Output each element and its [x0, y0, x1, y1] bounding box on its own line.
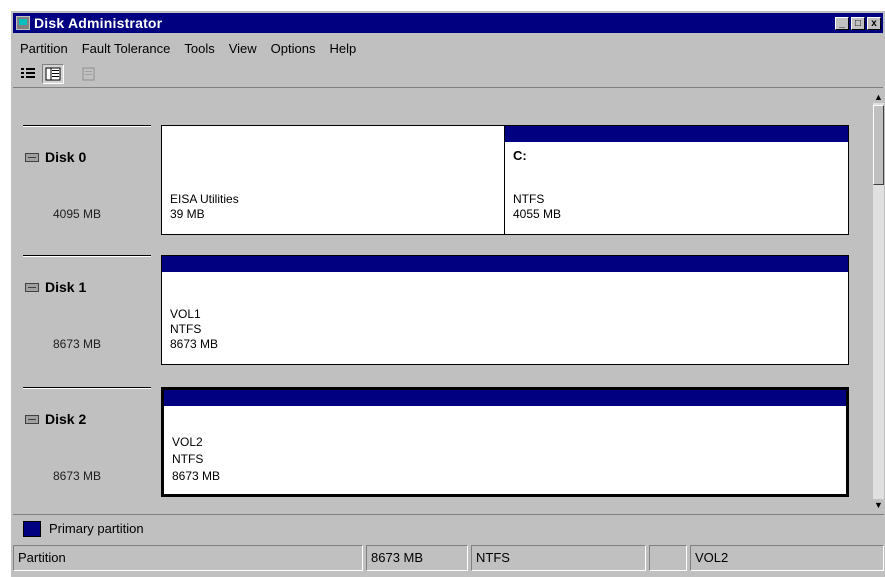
vertical-scrollbar[interactable]: ▲ ▼: [873, 91, 884, 511]
partition-volume-label: VOL2: [172, 435, 203, 449]
scroll-up-arrow-icon[interactable]: ▲: [873, 91, 884, 103]
properties-icon: [82, 67, 95, 81]
volume-view-button[interactable]: [42, 64, 64, 84]
primary-partition-swatch: [23, 520, 41, 537]
volume-view-icon: [45, 67, 61, 81]
partition-eisa-utilities[interactable]: EISA Utilities 39 MB: [162, 126, 504, 234]
hard-disk-icon: [25, 282, 39, 292]
disk-2-label[interactable]: Disk 2: [25, 411, 86, 427]
disk-list: Disk 0 4095 MB EISA Utilities 39 MB C: N…: [13, 91, 873, 511]
disk-0-size: 4095 MB: [53, 207, 102, 221]
scroll-down-arrow-icon[interactable]: ▼: [873, 499, 884, 511]
window-title: Disk Administrator: [34, 15, 163, 31]
disk-row-1: Disk 1 8673 MB VOL1 NTFS 8673 MB: [13, 255, 873, 367]
legend-label: Primary partition: [49, 521, 144, 536]
status-drive-letter: [649, 545, 687, 571]
partition-size: 8673 MB: [172, 469, 221, 483]
partition-size: 4055 MB: [513, 207, 562, 221]
menu-partition[interactable]: Partition: [13, 41, 75, 56]
menu-view[interactable]: View: [222, 41, 264, 56]
status-partition-type: Partition: [13, 545, 363, 571]
partition-filesystem: NTFS: [170, 322, 202, 336]
partition-c-drive[interactable]: C: NTFS 4055 MB: [504, 126, 848, 234]
toolbar: [13, 61, 883, 88]
disk-1-size: 8673 MB: [53, 337, 102, 351]
minimize-button[interactable]: _: [835, 16, 849, 30]
menu-bar: Partition Fault Tolerance Tools View Opt…: [13, 37, 883, 59]
partition-vol1[interactable]: VOL1 NTFS 8673 MB: [162, 256, 848, 364]
primary-partition-bar: [162, 256, 848, 272]
disk-2-size: 8673 MB: [53, 469, 102, 483]
disk-administrator-window: Disk Administrator _ □ x Partition Fault…: [10, 10, 885, 577]
drive-letter: C:: [513, 148, 527, 163]
properties-button[interactable]: [78, 64, 100, 84]
partition-size: 39 MB: [170, 207, 205, 221]
partition-size: 8673 MB: [170, 337, 219, 351]
primary-partition-bar: [505, 126, 848, 142]
menu-tools[interactable]: Tools: [177, 41, 221, 56]
disk-0-partitions: EISA Utilities 39 MB C: NTFS 4055 MB: [161, 125, 849, 235]
legend-bar: Primary partition: [13, 514, 884, 542]
menu-help[interactable]: Help: [322, 41, 363, 56]
menu-fault-tolerance[interactable]: Fault Tolerance: [75, 41, 178, 56]
hard-disk-icon: [25, 152, 39, 162]
title-bar[interactable]: Disk Administrator _ □ x: [13, 13, 883, 33]
disk-row-2: Disk 2 8673 MB VOL2 NTFS 8673 MB: [13, 387, 873, 499]
disk-2-partitions: VOL2 NTFS 8673 MB: [161, 387, 849, 497]
primary-partition-bar: [164, 390, 846, 406]
status-bar: Partition 8673 MB NTFS VOL2: [13, 545, 884, 571]
menu-options[interactable]: Options: [264, 41, 323, 56]
partition-filesystem: NTFS: [172, 452, 204, 466]
partition-label: EISA Utilities: [170, 192, 239, 206]
disk-view-button[interactable]: [17, 64, 39, 84]
partition-filesystem: NTFS: [513, 192, 545, 206]
status-size: 8673 MB: [366, 545, 468, 571]
disk-1-label[interactable]: Disk 1: [25, 279, 86, 295]
disk-row-0: Disk 0 4095 MB EISA Utilities 39 MB C: N…: [13, 125, 873, 237]
disk-administrator-icon[interactable]: [16, 16, 30, 30]
disk-0-label[interactable]: Disk 0: [25, 149, 86, 165]
maximize-button[interactable]: □: [851, 16, 865, 30]
status-filesystem: NTFS: [471, 545, 646, 571]
partition-vol2-selected[interactable]: VOL2 NTFS 8673 MB: [164, 390, 846, 494]
status-volume-label: VOL2: [690, 545, 884, 571]
hard-disk-icon: [25, 414, 39, 424]
disk-view-icon: [21, 68, 35, 78]
disk-1-partitions: VOL1 NTFS 8673 MB: [161, 255, 849, 365]
close-button[interactable]: x: [867, 16, 881, 30]
partition-volume-label: VOL1: [170, 307, 201, 321]
scroll-thumb[interactable]: [873, 105, 884, 185]
